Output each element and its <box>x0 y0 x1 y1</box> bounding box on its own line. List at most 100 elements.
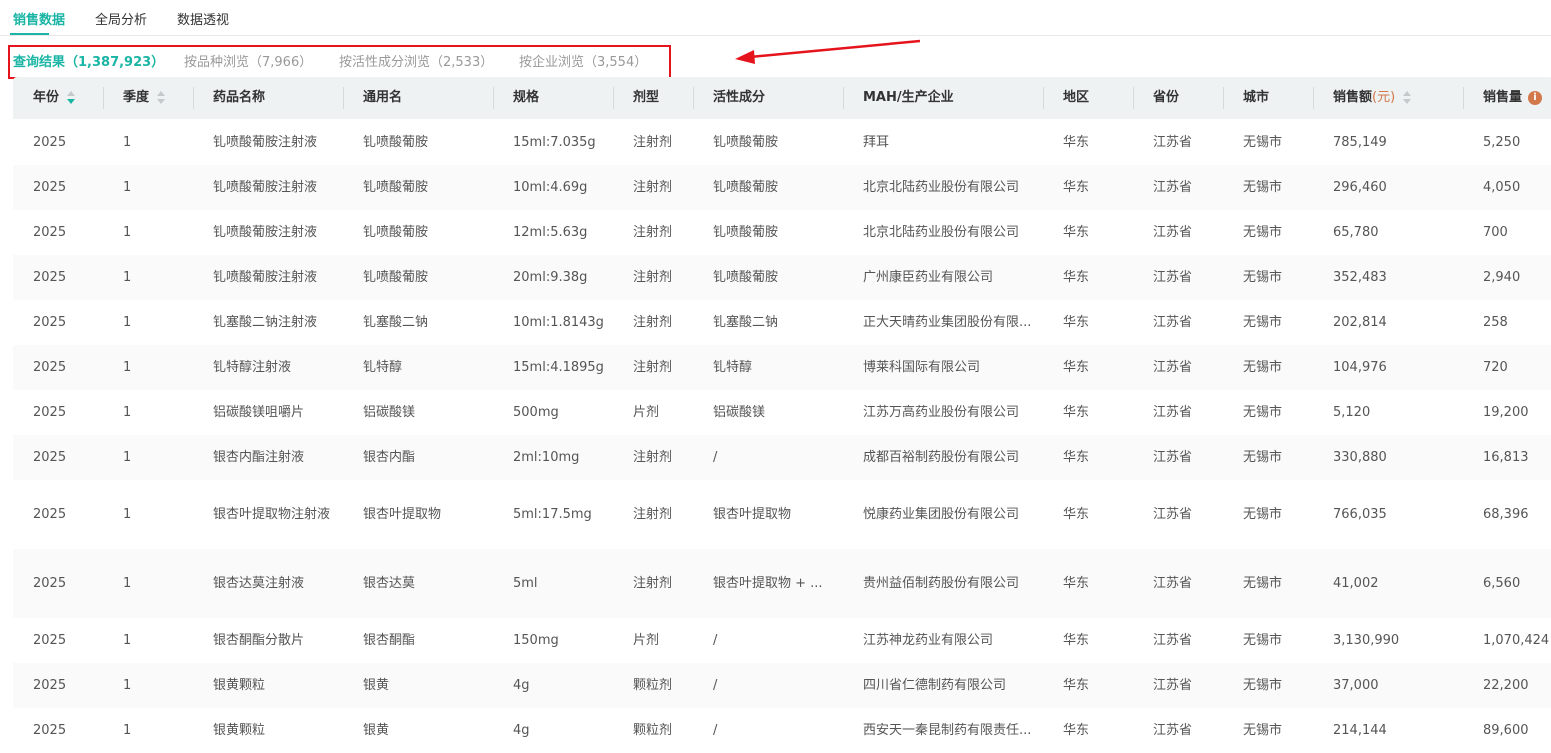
cell-sales-amount: 37,000 <box>1333 678 1379 693</box>
column-divider[interactable] <box>103 87 104 109</box>
cell-city: 无锡市 <box>1243 315 1283 330</box>
cell-year: 2025 <box>33 225 67 240</box>
cell-province: 江苏省 <box>1153 360 1193 375</box>
column-divider[interactable] <box>193 87 194 109</box>
column-divider[interactable] <box>1223 87 1224 109</box>
cell-generic-name: 银杏达莫 <box>363 576 416 591</box>
cell-quarter: 1 <box>123 135 132 150</box>
cell-active-ingredient: 钆喷酸葡胺 <box>713 135 779 150</box>
cell-drug-name: 银黄颗粒 <box>213 678 266 693</box>
cell-province: 江苏省 <box>1153 678 1193 693</box>
sort-icon[interactable] <box>157 90 166 105</box>
column-divider[interactable] <box>843 87 844 109</box>
cell-city: 无锡市 <box>1243 576 1283 591</box>
column-header-generic-name: 通用名 <box>343 77 402 119</box>
cell-dosage-form: 颗粒剂 <box>633 678 673 693</box>
cell-spec: 10ml:1.8143g <box>513 315 604 330</box>
table-row[interactable]: 2025 1 钆喷酸葡胺注射液 钆喷酸葡胺 10ml:4.69g 注射剂 钆喷酸葡胺 北京北陆… <box>13 165 1551 210</box>
cell-year: 2025 <box>33 450 67 465</box>
table-row[interactable]: 2025 1 银杏达莫注射液 银杏达莫 5ml 注射剂 银杏叶提取物 + ... 贵州益佰制药… <box>13 549 1551 618</box>
cell-spec: 2ml:10mg <box>513 450 580 465</box>
column-divider[interactable] <box>613 87 614 109</box>
cell-drug-name: 银黄颗粒 <box>213 723 266 738</box>
table-row[interactable]: 2025 1 钆塞酸二钠注射液 钆塞酸二钠 10ml:1.8143g 注射剂 钆塞酸二钠 正大… <box>13 300 1551 345</box>
cell-manufacturer: 北京北陆药业股份有限公司 <box>863 225 1020 240</box>
cell-generic-name: 铝碳酸镁 <box>363 405 416 420</box>
cell-sales-volume: 6,560 <box>1483 576 1521 591</box>
tab-global-analysis[interactable]: 全局分析 <box>95 9 147 28</box>
cell-sales-amount: 3,130,990 <box>1333 633 1400 648</box>
cell-manufacturer: 成都百裕制药股份有限公司 <box>863 450 1020 465</box>
cell-manufacturer: 拜耳 <box>863 135 890 150</box>
table-row[interactable]: 2025 1 银杏酮酯分散片 银杏酮酯 150mg 片剂 / 江苏神龙药业有限公司 华东 江苏省 无… <box>13 618 1551 663</box>
cell-year: 2025 <box>33 507 67 522</box>
table-row[interactable]: 2025 1 银杏内酯注射液 银杏内酯 2ml:10mg 注射剂 / 成都百裕制药股份有限公司… <box>13 435 1551 480</box>
cell-city: 无锡市 <box>1243 405 1283 420</box>
column-divider[interactable] <box>343 87 344 109</box>
column-divider[interactable] <box>1463 87 1464 109</box>
annotation-arrow-icon <box>735 39 921 64</box>
cell-dosage-form: 片剂 <box>633 405 660 420</box>
table-row[interactable]: 2025 1 银黄颗粒 银黄 4g 颗粒剂 / 四川省仁德制药有限公司 华东 江苏省 无锡市 37,0… <box>13 663 1551 708</box>
cell-generic-name: 银杏酮酯 <box>363 633 416 648</box>
cell-city: 无锡市 <box>1243 507 1283 522</box>
cell-dosage-form: 注射剂 <box>633 270 673 285</box>
column-header-sales-amount[interactable]: 销售额(元) <box>1313 77 1412 119</box>
cell-sales-volume: 1,070,424 <box>1483 633 1550 648</box>
cell-dosage-form: 注射剂 <box>633 315 673 330</box>
table-row[interactable]: 2025 1 钆喷酸葡胺注射液 钆喷酸葡胺 12ml:5.63g 注射剂 钆喷酸葡胺 北京北陆… <box>13 210 1551 255</box>
tab-pivot[interactable]: 数据透视 <box>177 9 229 28</box>
cell-region: 华东 <box>1063 507 1090 522</box>
cell-spec: 15ml:4.1895g <box>513 360 604 375</box>
cell-active-ingredient: / <box>713 678 718 693</box>
column-divider[interactable] <box>493 87 494 109</box>
cell-dosage-form: 注射剂 <box>633 135 673 150</box>
cell-province: 江苏省 <box>1153 270 1193 285</box>
cell-manufacturer: 西安天一秦昆制药有限责任... <box>863 723 1032 738</box>
cell-year: 2025 <box>33 315 67 330</box>
sort-icon[interactable] <box>67 90 76 105</box>
table-row[interactable]: 2025 1 银黄颗粒 银黄 4g 颗粒剂 / 西安天一秦昆制药有限责任... 华东 江苏省 无锡市… <box>13 708 1551 753</box>
table-row[interactable]: 2025 1 铝碳酸镁咀嚼片 铝碳酸镁 500mg 片剂 铝碳酸镁 江苏万高药业股份有限公司 华… <box>13 390 1551 435</box>
unit-label: (元) <box>1372 90 1396 105</box>
tab-sales-data[interactable]: 销售数据 <box>13 9 65 28</box>
highlight-box <box>8 45 671 79</box>
cell-drug-name: 铝碳酸镁咀嚼片 <box>213 405 305 420</box>
cell-dosage-form: 注射剂 <box>633 360 673 375</box>
cell-quarter: 1 <box>123 576 132 591</box>
cell-active-ingredient: / <box>713 633 718 648</box>
table-row[interactable]: 2025 1 钆喷酸葡胺注射液 钆喷酸葡胺 20ml:9.38g 注射剂 钆喷酸葡胺 广州康臣… <box>13 255 1551 300</box>
cell-active-ingredient: 银杏叶提取物 <box>713 507 792 522</box>
column-divider[interactable] <box>693 87 694 109</box>
cell-year: 2025 <box>33 360 67 375</box>
cell-manufacturer: 正大天晴药业集团股份有限... <box>863 315 1032 330</box>
cell-quarter: 1 <box>123 405 132 420</box>
cell-manufacturer: 博莱科国际有限公司 <box>863 360 981 375</box>
cell-manufacturer: 江苏神龙药业有限公司 <box>863 633 994 648</box>
cell-drug-name: 钆喷酸葡胺注射液 <box>213 270 318 285</box>
sort-icon[interactable] <box>1403 90 1412 105</box>
cell-sales-volume: 19,200 <box>1483 405 1529 420</box>
table-row[interactable]: 2025 1 银杏叶提取物注射液 银杏叶提取物 5ml:17.5mg 注射剂 银杏叶提取物 悦… <box>13 480 1551 549</box>
cell-sales-volume: 258 <box>1483 315 1508 330</box>
column-header-year[interactable]: 年份 <box>33 77 76 119</box>
cell-city: 无锡市 <box>1243 135 1283 150</box>
cell-region: 华东 <box>1063 135 1090 150</box>
table-row[interactable]: 2025 1 钆特醇注射液 钆特醇 15ml:4.1895g 注射剂 钆特醇 博莱科国际有限公… <box>13 345 1551 390</box>
column-divider[interactable] <box>1313 87 1314 109</box>
column-header-drug-name: 药品名称 <box>193 77 265 119</box>
info-icon[interactable]: i <box>1528 90 1543 105</box>
cell-active-ingredient: 钆特醇 <box>713 360 753 375</box>
column-divider[interactable] <box>1133 87 1134 109</box>
cell-dosage-form: 颗粒剂 <box>633 723 673 738</box>
cell-province: 江苏省 <box>1153 315 1193 330</box>
cell-generic-name: 钆特醇 <box>363 360 403 375</box>
column-header-quarter[interactable]: 季度 <box>103 77 166 119</box>
cell-active-ingredient: 钆喷酸葡胺 <box>713 225 779 240</box>
cell-region: 华东 <box>1063 315 1090 330</box>
cell-sales-volume: 700 <box>1483 225 1508 240</box>
cell-sales-volume: 89,600 <box>1483 723 1529 738</box>
table-body: 2025 1 钆喷酸葡胺注射液 钆喷酸葡胺 15ml:7.035g 注射剂 钆喷酸葡胺 拜耳华… <box>13 120 1551 753</box>
table-row[interactable]: 2025 1 钆喷酸葡胺注射液 钆喷酸葡胺 15ml:7.035g 注射剂 钆喷酸葡胺 拜耳 华… <box>13 120 1551 165</box>
column-divider[interactable] <box>1043 87 1044 109</box>
